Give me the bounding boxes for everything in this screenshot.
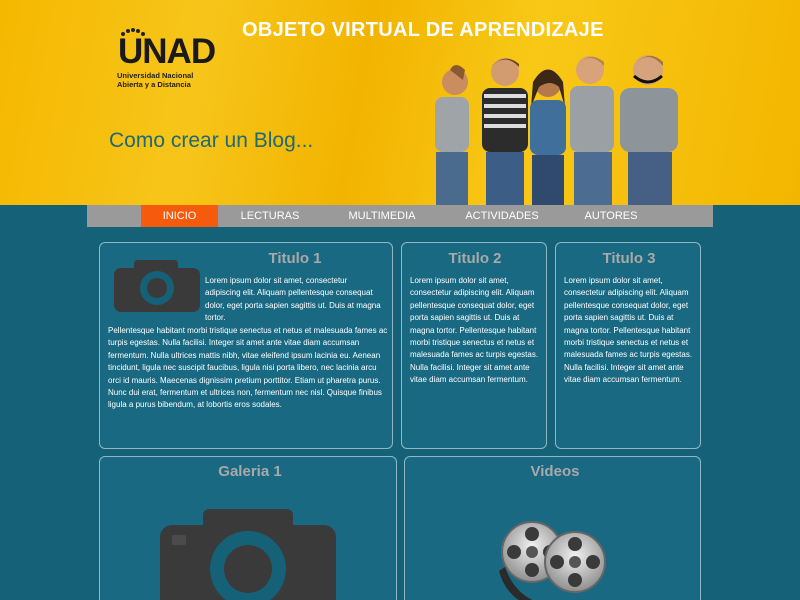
panel-titulo-2: Titulo 2 Lorem ipsum dolor sit amet, con… [401,242,547,449]
panel-title: Videos [530,463,580,480]
panel-title: Titulo 2 [448,250,502,267]
panel-title: Titulo 3 [602,250,656,267]
unad-logo[interactable]: UNAD Universidad Nacional Abierta y a Di… [114,28,224,90]
nav-item-actividades[interactable]: ACTIVIDADES [452,205,552,227]
panel-videos: Videos [404,456,701,600]
camera-icon [114,260,200,312]
panel-titulo-1: Titulo 1 Lorem ipsum dolor sit amet, con… [99,242,393,449]
nav-item-inicio[interactable]: INICIO [141,205,218,227]
nav-item-multimedia[interactable]: MULTIMEDIA [333,205,431,227]
camera-icon[interactable] [158,507,338,600]
panel-titulo-3: Titulo 3 Lorem ipsum dolor sit amet, con… [555,242,701,449]
film-reel-icon[interactable] [497,517,617,600]
logo-subtitle: Universidad Nacional Abierta y a Distanc… [117,71,193,89]
panel-title: Titulo 1 [268,250,322,267]
page-tagline: Como crear un Blog... [109,129,314,152]
logo-wordmark: UNAD [118,32,216,71]
panel-text: Lorem ipsum dolor sit amet, consectetur … [564,276,693,385]
students-group-image [435,55,678,205]
panel-galeria: Galeria 1 [99,456,397,600]
main-nav: INICIO LECTURAS MULTIMEDIA ACTIVIDADES A… [87,205,713,227]
logo-line-2: Abierta y a Distancia [117,80,191,89]
panel-text: Lorem ipsum dolor sit amet, consectetur … [410,276,539,385]
nav-item-lecturas[interactable]: LECTURAS [227,205,313,227]
panel-title: Galeria 1 [218,463,282,480]
site-title: OBJETO VIRTUAL DE APRENDIZAJE [242,19,604,41]
header-banner: OBJETO VIRTUAL DE APRENDIZAJE UNAD Unive… [0,0,800,205]
panel-text-intro: Lorem ipsum dolor sit amet, consectetur … [205,276,381,323]
nav-item-autores[interactable]: AUTORES [570,205,652,227]
logo-line-1: Universidad Nacional [117,71,194,80]
panel-text-body: Pellentesque habitant morbi tristique se… [108,326,388,410]
